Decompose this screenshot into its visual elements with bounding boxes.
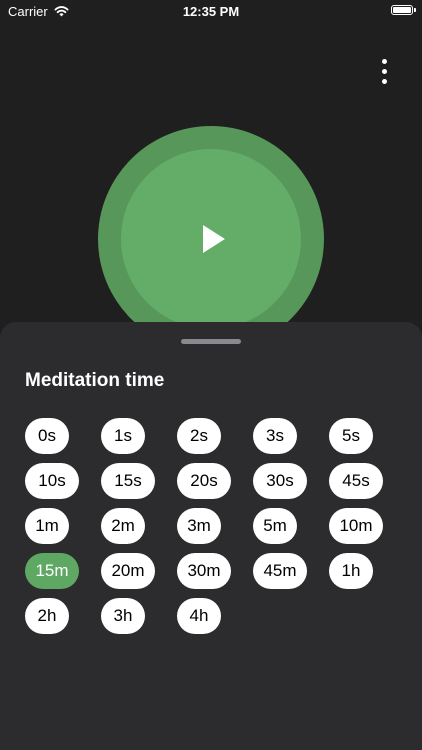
duration-chip-2s[interactable]: 2s [177, 418, 221, 454]
duration-chip-15s[interactable]: 15s [101, 463, 155, 499]
duration-chip-15m[interactable]: 15m [25, 553, 79, 589]
duration-chip-30m[interactable]: 30m [177, 553, 231, 589]
duration-chip-45s[interactable]: 45s [329, 463, 383, 499]
status-bar: Carrier 12:35 PM [0, 0, 422, 24]
play-icon [203, 225, 225, 253]
duration-chip-5s[interactable]: 5s [329, 418, 373, 454]
duration-chip-1m[interactable]: 1m [25, 508, 69, 544]
battery-tip [414, 8, 416, 12]
duration-chip-3h[interactable]: 3h [101, 598, 145, 634]
duration-chip-3m[interactable]: 3m [177, 508, 221, 544]
duration-chip-20m[interactable]: 20m [101, 553, 155, 589]
duration-chip-1h[interactable]: 1h [329, 553, 373, 589]
duration-chip-10s[interactable]: 10s [25, 463, 79, 499]
duration-chip-30s[interactable]: 30s [253, 463, 307, 499]
more-vertical-icon-dot [381, 68, 387, 74]
sheet-grabber[interactable] [181, 339, 241, 344]
duration-chip-1s[interactable]: 1s [101, 418, 145, 454]
more-vertical-icon-dot [381, 78, 387, 84]
meditation-time-sheet: Meditation time 0s 1s 2s 3s 5s 10s 15s 20s 30s 45… [0, 322, 422, 750]
battery-icon [391, 5, 413, 15]
duration-chip-10m[interactable]: 10m [329, 508, 383, 544]
duration-chip-4h[interactable]: 4h [177, 598, 221, 634]
duration-chip-0s[interactable]: 0s [25, 418, 69, 454]
sheet-title: Meditation time [25, 370, 165, 391]
duration-chip-3s[interactable]: 3s [253, 418, 297, 454]
duration-chip-2m[interactable]: 2m [101, 508, 145, 544]
more-vertical-icon-dot [381, 58, 387, 64]
more-options-button[interactable] [370, 56, 398, 86]
duration-chip-45m[interactable]: 45m [253, 553, 307, 589]
duration-chip-2h[interactable]: 2h [25, 598, 69, 634]
duration-chip-5m[interactable]: 5m [253, 508, 297, 544]
status-time: 12:35 PM [182, 4, 240, 19]
duration-chip-20s[interactable]: 20s [177, 463, 231, 499]
